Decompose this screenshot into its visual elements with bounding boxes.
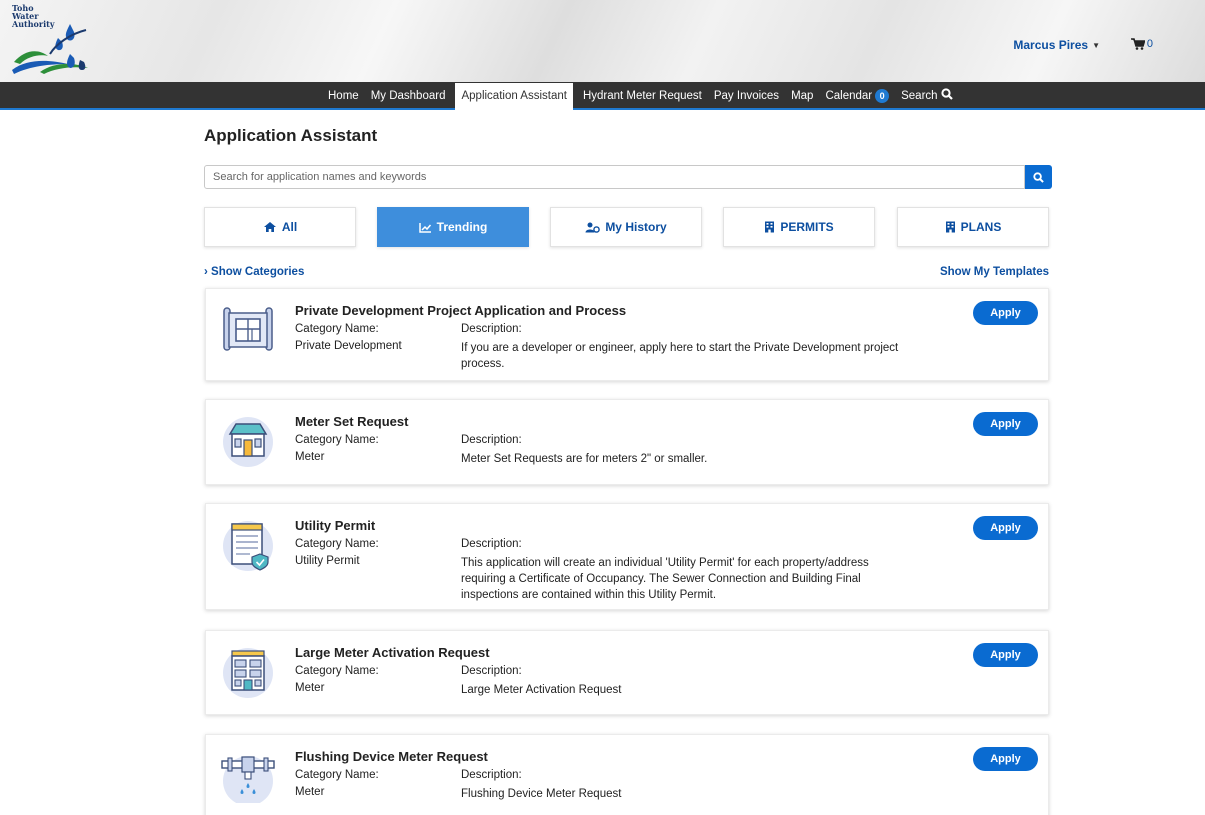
main-nav: Home My Dashboard Application Assistant … — [0, 82, 1205, 110]
category-value: Meter — [295, 682, 325, 694]
application-title: Utility Permit — [295, 518, 376, 533]
category-value: Private Development — [295, 340, 402, 352]
chart-icon — [418, 222, 431, 233]
nav-map[interactable]: Map — [785, 82, 819, 110]
description-label: Description: — [461, 538, 522, 550]
category-value: Utility Permit — [295, 555, 360, 567]
search-button[interactable] — [1025, 165, 1052, 189]
application-title: Private Development Project Application … — [295, 303, 627, 318]
calendar-count-badge: 0 — [875, 89, 890, 103]
users-icon — [585, 222, 601, 233]
application-search — [204, 165, 1052, 189]
category-label: Category Name: — [295, 323, 379, 335]
description-value: This application will create an individu… — [461, 557, 869, 601]
application-card: Private Development Project Application … — [205, 288, 1049, 381]
tab-plans[interactable]: PLANS — [897, 207, 1049, 247]
show-categories-link[interactable]: › Show Categories — [204, 266, 304, 278]
nav-hydrant-meter-request[interactable]: Hydrant Meter Request — [577, 82, 708, 110]
tab-permits[interactable]: PERMITS — [723, 207, 875, 247]
application-title: Meter Set Request — [295, 414, 409, 429]
description-value: Flushing Device Meter Request — [461, 788, 622, 800]
nav-calendar[interactable]: Calendar 0 — [819, 82, 895, 110]
house-icon — [223, 417, 273, 467]
tab-trending-label: Trending — [436, 220, 488, 234]
user-menu[interactable]: Marcus Pires ▼ — [1013, 38, 1100, 52]
description-value: Meter Set Requests are for meters 2" or … — [461, 453, 708, 465]
application-card: Large Meter Activation Request Category … — [205, 630, 1049, 715]
apply-button[interactable]: Apply — [973, 516, 1038, 540]
toho-logo[interactable]: Toho Water Authority — [10, 4, 94, 76]
logo-graphic-icon — [12, 24, 88, 74]
application-card: Utility Permit Category Name: Utility Pe… — [205, 503, 1049, 610]
tab-my-history[interactable]: My History — [550, 207, 702, 247]
blueprint-icon — [223, 307, 273, 351]
tab-all-label: All — [281, 220, 298, 234]
application-card: Meter Set Request Category Name: Meter D… — [205, 399, 1049, 485]
nav-calendar-label: Calendar — [825, 90, 873, 102]
tab-my-history-label: My History — [605, 220, 667, 234]
nav-search-label: Search — [901, 90, 938, 102]
tab-all[interactable]: All — [204, 207, 356, 247]
application-title: Large Meter Activation Request — [295, 645, 490, 660]
tab-permits-label: PERMITS — [780, 220, 834, 234]
cart-icon — [1130, 38, 1145, 50]
description-label: Description: — [461, 323, 522, 335]
chevron-right-icon: › — [204, 266, 208, 278]
nav-home[interactable]: Home — [322, 82, 365, 110]
filter-tabs: All Trending My History PERMITS PLANS — [204, 207, 1052, 247]
apply-button[interactable]: Apply — [973, 747, 1038, 771]
office-building-icon — [223, 648, 273, 698]
category-label: Category Name: — [295, 434, 379, 446]
nav-application-assistant[interactable]: Application Assistant — [455, 82, 573, 110]
tab-trending[interactable]: Trending — [377, 207, 529, 247]
search-icon — [1033, 171, 1044, 183]
show-templates-link[interactable]: Show My Templates — [940, 266, 1049, 278]
description-value: Large Meter Activation Request — [461, 684, 622, 696]
description-label: Description: — [461, 769, 522, 781]
cart-link[interactable]: 0 — [1130, 38, 1153, 50]
description-value: If you are a developer or engineer, appl… — [461, 342, 899, 370]
category-label: Category Name: — [295, 665, 379, 677]
nav-pay-invoices[interactable]: Pay Invoices — [708, 82, 785, 110]
nav-search[interactable]: Search — [895, 82, 959, 110]
header-banner: Toho Water Authority Marcus Pires ▼ 0 — [0, 0, 1205, 82]
category-value: Meter — [295, 786, 325, 798]
category-label: Category Name: — [295, 538, 379, 550]
home-icon — [263, 222, 276, 232]
application-card: Flushing Device Meter Request Category N… — [205, 734, 1049, 815]
building-icon — [765, 221, 775, 233]
building-icon — [945, 221, 955, 233]
apply-button[interactable]: Apply — [973, 643, 1038, 667]
cart-count: 0 — [1146, 38, 1153, 50]
nav-my-dashboard[interactable]: My Dashboard — [365, 82, 452, 110]
search-icon — [941, 88, 953, 100]
pipe-valve-icon — [221, 756, 275, 803]
application-title: Flushing Device Meter Request — [295, 749, 488, 764]
apply-button[interactable]: Apply — [973, 301, 1038, 325]
tab-plans-label: PLANS — [960, 220, 1002, 234]
category-value: Meter — [295, 451, 325, 463]
show-categories-label: Show Categories — [211, 266, 305, 278]
user-name: Marcus Pires — [1013, 38, 1089, 52]
caret-down-icon: ▼ — [1092, 40, 1100, 50]
description-label: Description: — [461, 665, 522, 677]
page-title: Application Assistant — [204, 126, 378, 145]
search-input[interactable] — [204, 165, 1025, 189]
description-label: Description: — [461, 434, 522, 446]
document-check-icon — [223, 521, 273, 571]
apply-button[interactable]: Apply — [973, 412, 1038, 436]
category-label: Category Name: — [295, 769, 379, 781]
